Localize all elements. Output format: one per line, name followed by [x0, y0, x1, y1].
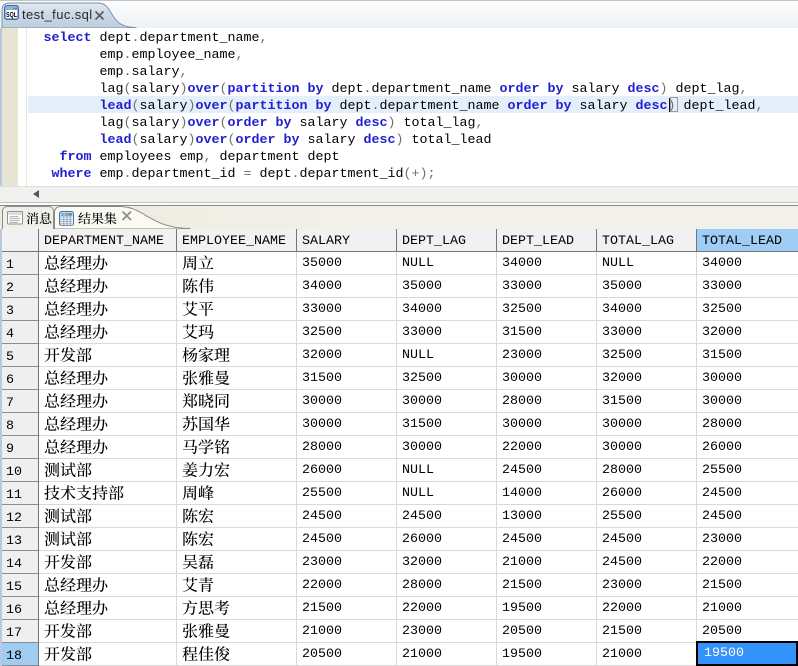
svg-text:SQL: SQL [6, 10, 17, 19]
